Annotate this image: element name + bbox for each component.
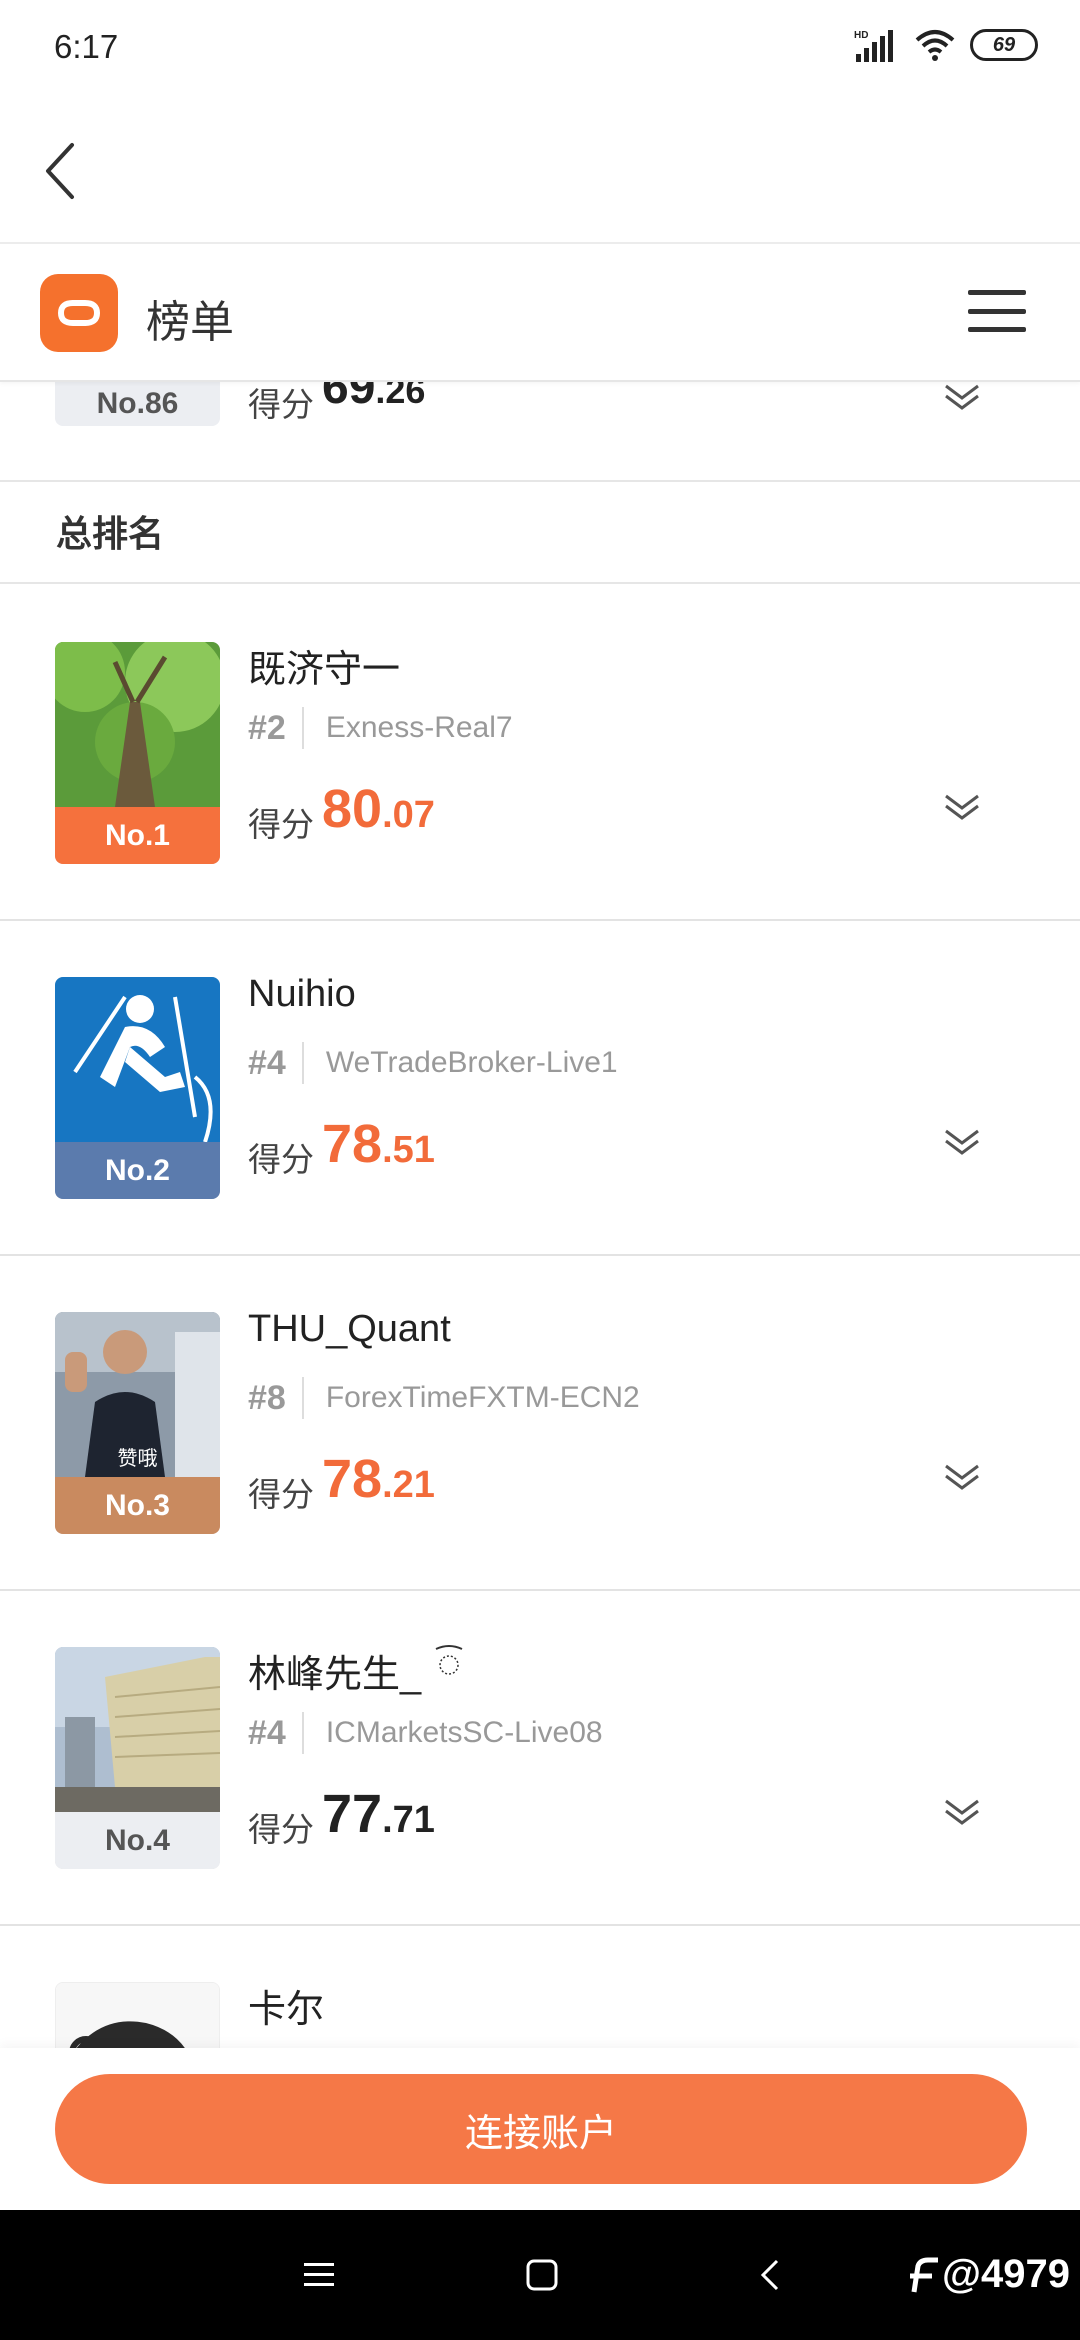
recent-apps-button[interactable]: [290, 2250, 350, 2300]
trader-meta: #8 ForexTimeFXTM-ECN2: [248, 1376, 640, 1420]
trader-name: THU_Quant: [248, 1308, 451, 1350]
system-nav-bar: @4979: [0, 2210, 1080, 2340]
avatar[interactable]: No.1: [55, 642, 220, 864]
score-value: 69.26: [322, 382, 426, 414]
nav-bar: [0, 100, 1080, 244]
ranking-item[interactable]: 卡尔: [0, 1926, 1080, 2048]
app-logo-icon: [40, 274, 118, 352]
menu-icon-line: [968, 308, 1026, 314]
avatar[interactable]: [55, 1982, 220, 2048]
score-value: 80.07: [322, 779, 435, 839]
trader-name: 卡尔: [248, 1989, 325, 2031]
avatar[interactable]: 赞哦 No.3: [55, 1312, 220, 1534]
score-label: 得分: [248, 806, 314, 843]
trader-rank: #4: [248, 1713, 286, 1752]
decorative-emoji-icon: [435, 1645, 463, 1675]
status-bar: 6:17 HD 69: [0, 0, 1080, 100]
score-label: 得分: [248, 386, 314, 423]
building-photo: [55, 1647, 220, 1812]
score-label: 得分: [248, 1811, 314, 1848]
server-name: ICMarketsSC-Live08: [325, 1716, 603, 1749]
expand-chevron-icon[interactable]: [944, 1797, 980, 1832]
back-button[interactable]: [30, 136, 90, 206]
connect-account-button[interactable]: 连接账户: [55, 2074, 1027, 2184]
score-value: 77.71: [322, 1784, 435, 1844]
person-photo: 赞哦: [55, 1312, 220, 1477]
score-value: 78.21: [322, 1449, 435, 1509]
tree-photo: [55, 642, 220, 807]
ranking-list: No.1 既济守一 #2 Exness-Real7 得分 80.07 No.2 …: [0, 586, 1080, 2048]
battery-indicator: 69: [970, 29, 1038, 61]
system-back-button[interactable]: [740, 2250, 800, 2300]
divider: [301, 1042, 304, 1084]
menu-button[interactable]: [968, 290, 1026, 332]
home-button[interactable]: [512, 2250, 572, 2300]
divider: [301, 1712, 304, 1754]
trader-rank: #4: [248, 1043, 286, 1082]
expand-chevron-icon[interactable]: [944, 792, 980, 827]
page-header: 榜单: [0, 244, 1080, 382]
rank-badge: No.4: [55, 1812, 220, 1869]
home-square-icon: [526, 2259, 558, 2291]
ranking-item[interactable]: No.2 Nuihio #4 WeTradeBroker-Live1 得分 78…: [0, 921, 1080, 1256]
divider: [301, 707, 304, 749]
score-label: 得分: [248, 1476, 314, 1513]
ranking-item[interactable]: No.4 林峰先生_ #4 ICMarketsSC-Live08 得分 77.7…: [0, 1591, 1080, 1926]
back-arrow-icon: [46, 143, 74, 199]
divider: [301, 1377, 304, 1419]
wifi-icon: [915, 30, 955, 61]
expand-chevron-icon[interactable]: [944, 382, 980, 417]
watermark-logo-icon: [910, 2257, 938, 2293]
headphones-photo: [56, 1983, 219, 2048]
watermark: @4979: [904, 2252, 1070, 2297]
bottom-action-bar: 连接账户: [0, 2048, 1080, 2210]
trader-name: 既济守一: [248, 649, 401, 691]
ranking-content[interactable]: No.86 得分 69.26 总排名 No.1 既济守一 #2 Exness-R…: [0, 382, 1080, 2048]
score-label: 得分: [248, 1141, 314, 1178]
status-icons: HD 69: [854, 28, 1038, 62]
expand-chevron-icon[interactable]: [944, 1462, 980, 1497]
server-name: WeTradeBroker-Live1: [325, 1046, 618, 1079]
avatar[interactable]: No.2: [55, 977, 220, 1199]
server-name: Exness-Real7: [325, 711, 513, 744]
page-title: 榜单: [146, 298, 234, 347]
ranking-item[interactable]: No.1 既济守一 #2 Exness-Real7 得分 80.07: [0, 586, 1080, 921]
menu-icon-line: [968, 290, 1026, 295]
trader-meta: #2 Exness-Real7: [248, 706, 513, 750]
server-name: ForexTimeFXTM-ECN2: [325, 1381, 640, 1414]
avatar-caption: 赞哦: [117, 1448, 158, 1470]
avatar[interactable]: No.4: [55, 1647, 220, 1869]
trader-name: Nuihio: [248, 973, 356, 1015]
menu-icon-line: [968, 327, 1026, 332]
expand-chevron-icon[interactable]: [944, 1127, 980, 1162]
menu-icon: [304, 2263, 334, 2286]
svg-text:HD: HD: [854, 30, 868, 41]
signal-icon: HD: [854, 30, 893, 62]
section-title: 总排名: [0, 484, 1080, 584]
rank-badge: No.2: [55, 1142, 220, 1199]
trader-rank: #8: [248, 1378, 286, 1417]
ranking-item[interactable]: 赞哦 No.3 THU_Quant #8 ForexTimeFXTM-ECN2 …: [0, 1256, 1080, 1591]
rank-badge: No.1: [55, 807, 220, 864]
skier-icon-avatar: [55, 977, 220, 1143]
status-time: 6:17: [54, 28, 119, 65]
rank-badge: No.3: [55, 1477, 220, 1534]
trader-meta: #4 ICMarketsSC-Live08: [248, 1711, 603, 1755]
score-value: 78.51: [322, 1114, 435, 1174]
list-item-partial[interactable]: No.86 得分 69.26: [0, 382, 1080, 482]
trader-meta: #4 WeTradeBroker-Live1: [248, 1041, 618, 1085]
rank-badge: No.86: [55, 382, 220, 426]
back-triangle-icon: [760, 2259, 779, 2291]
trader-rank: #2: [248, 708, 286, 747]
trader-name: 林峰先生_: [248, 1643, 466, 1698]
